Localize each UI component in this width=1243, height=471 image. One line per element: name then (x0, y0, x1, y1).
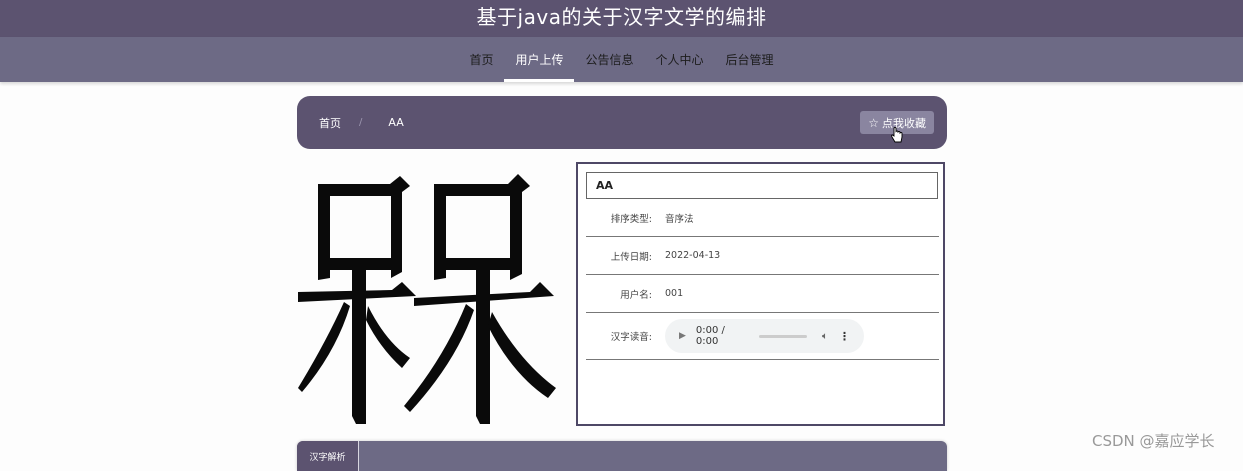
audio-time: 0:00 / 0:00 (695, 325, 725, 347)
row-label: 汉字读音: (610, 332, 652, 343)
nav-item-user-upload[interactable]: 用户上传 (504, 37, 575, 82)
row-label: 上传日期: (610, 251, 652, 263)
site-header: 基于java的关于汉字文学的编排 (0, 0, 1243, 37)
nav-item-label: 用户上传 (515, 53, 564, 67)
breadcrumb: 首页 / AA ☆ 点我收藏 (297, 96, 947, 149)
more-options-icon[interactable]: ⋮ (839, 330, 850, 343)
detail-row-audio: 汉字读音: ▶ 0:00 / 0:00 🔈︎ ⋮ (586, 313, 939, 360)
volume-icon[interactable]: 🔈︎ (822, 331, 828, 342)
hanzi-image (298, 174, 556, 424)
breadcrumb-home-link[interactable]: 首页 (319, 115, 341, 131)
favorite-button-label: 点我收藏 (882, 116, 926, 130)
nav-item-label: 首页 (469, 53, 494, 67)
row-label: 用户名: (620, 289, 652, 301)
watermark: CSDN @嘉应学长 (1092, 432, 1215, 450)
audio-progress-slider[interactable] (758, 334, 807, 338)
nav-item-label: 个人中心 (655, 53, 704, 67)
main-nav: 首页 用户上传 公告信息 个人中心 后台管理 (0, 37, 1243, 82)
detail-panel: AA 排序类型: 音序法 上传日期: 2022-04-13 用户名: 001 汉… (576, 162, 945, 426)
content-tabs: 汉字解析 (297, 441, 947, 471)
tab-label: 汉字解析 (309, 453, 346, 463)
detail-row-sort-type: 排序类型: 音序法 (586, 199, 939, 237)
row-value: 2022-04-13 (665, 250, 721, 261)
play-icon[interactable]: ▶ (679, 331, 686, 341)
detail-row-upload-date: 上传日期: 2022-04-13 (586, 237, 939, 275)
tab-hanzi-analysis[interactable]: 汉字解析 (297, 441, 359, 471)
nav-item-admin[interactable]: 后台管理 (715, 37, 785, 82)
breadcrumb-separator: / (359, 117, 363, 128)
nav-item-home[interactable]: 首页 (458, 37, 504, 82)
audio-player[interactable]: ▶ 0:00 / 0:00 🔈︎ ⋮ (665, 319, 864, 353)
nav-item-label: 公告信息 (585, 53, 634, 67)
row-value: 音序法 (665, 213, 694, 225)
detail-title: AA (586, 172, 938, 199)
site-title: 基于java的关于汉字文学的编排 (476, 5, 767, 29)
star-outline-icon: ☆ (868, 115, 879, 130)
nav-item-announcements[interactable]: 公告信息 (574, 37, 644, 82)
row-value: 001 (665, 288, 684, 299)
nav-item-personal-center[interactable]: 个人中心 (645, 37, 715, 82)
nav-item-label: 后台管理 (725, 53, 774, 67)
breadcrumb-current: AA (388, 116, 404, 129)
row-label: 排序类型: (610, 213, 652, 225)
detail-row-username: 用户名: 001 (586, 275, 939, 313)
hand-cursor-icon (891, 127, 903, 143)
